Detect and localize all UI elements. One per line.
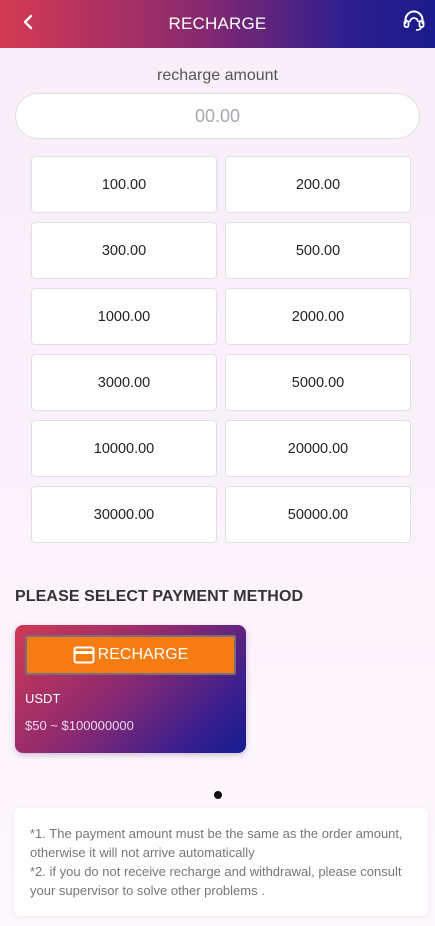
preset-amount-button[interactable]: 200.00 [225, 156, 411, 213]
payment-method-card[interactable]: RECHARGE USDT $50 ~ $100000000 [15, 625, 246, 753]
carousel-dot-active[interactable] [213, 791, 222, 799]
payment-method-heading: PLEASE SELECT PAYMENT METHOD [15, 588, 304, 605]
headset-icon [402, 9, 426, 38]
preset-amount-button[interactable]: 500.00 [225, 222, 411, 279]
chevron-left-icon [21, 14, 35, 35]
payment-amount-range: $50 ~ $100000000 [25, 718, 134, 733]
note-line-1: *1. The payment amount must be the same … [30, 826, 403, 860]
payment-notes: *1. The payment amount must be the same … [14, 808, 428, 916]
preset-amount-button[interactable]: 5000.00 [225, 354, 411, 411]
amount-input[interactable] [16, 94, 419, 138]
preset-amount-button[interactable]: 50000.00 [225, 486, 411, 543]
recharge-button-label: RECHARGE [97, 646, 189, 663]
carousel-indicator [0, 791, 435, 799]
amount-field-wrapper [15, 93, 420, 139]
page-title: RECHARGE [168, 14, 267, 33]
preset-amount-button[interactable]: 10000.00 [31, 420, 217, 477]
preset-amount-button[interactable]: 300.00 [31, 222, 217, 279]
customer-support-button[interactable] [399, 8, 429, 38]
preset-amount-button[interactable]: 100.00 [31, 156, 217, 213]
preset-amount-grid: 100.00 200.00 300.00 500.00 1000.00 2000… [31, 156, 411, 543]
preset-amount-button[interactable]: 3000.00 [31, 354, 217, 411]
preset-amount-button[interactable]: 20000.00 [225, 420, 411, 477]
amount-label: recharge amount [157, 67, 278, 84]
credit-card-icon [73, 646, 95, 664]
payment-method-name: USDT [25, 691, 61, 706]
back-button[interactable] [14, 10, 42, 38]
top-bar: RECHARGE [0, 0, 435, 48]
preset-amount-button[interactable]: 2000.00 [225, 288, 411, 345]
recharge-button[interactable]: RECHARGE [25, 635, 236, 675]
preset-amount-button[interactable]: 1000.00 [31, 288, 217, 345]
note-line-2: *2. if you do not receive recharge and w… [30, 864, 402, 898]
preset-amount-button[interactable]: 30000.00 [31, 486, 217, 543]
